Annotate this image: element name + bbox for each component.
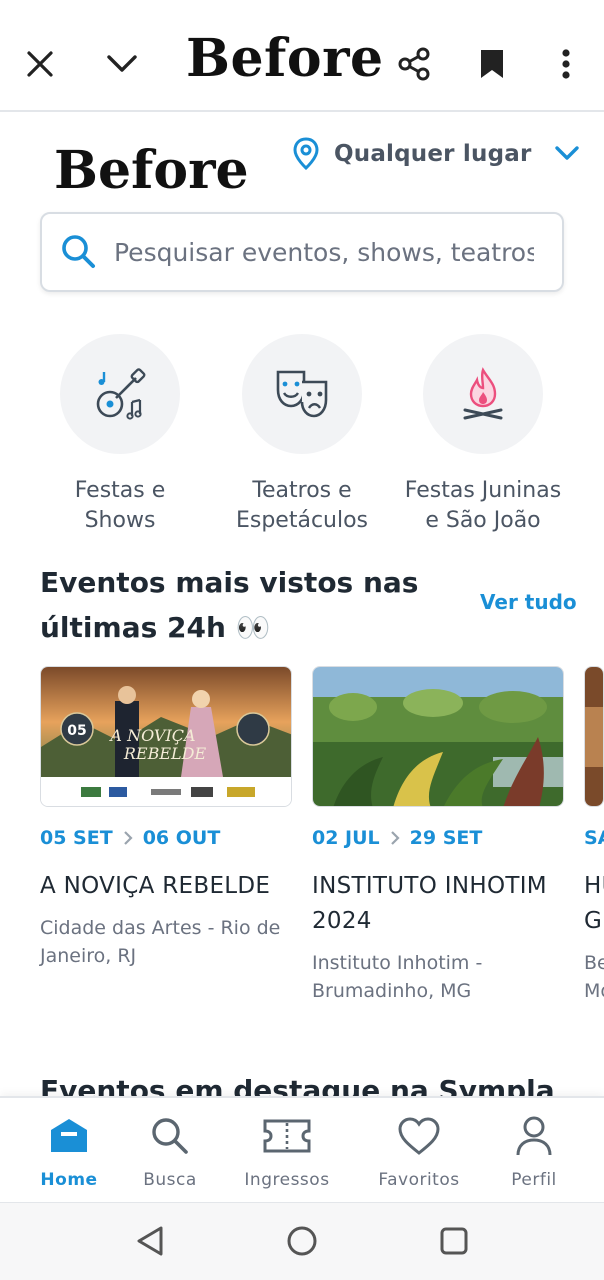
bonfire-icon — [463, 367, 503, 420]
search-icon — [152, 1118, 188, 1154]
user-icon — [516, 1116, 552, 1156]
search-icon — [62, 235, 95, 268]
home-icon — [51, 1119, 87, 1152]
category-icon-circle — [60, 334, 180, 454]
share-button[interactable] — [388, 38, 440, 90]
event-poster: 05 A NOVIÇA REBELDE — [40, 666, 292, 807]
svg-text:REBELDE: REBELDE — [123, 744, 207, 763]
category-festas-juninas[interactable]: Festas Juninas e São João — [393, 334, 573, 536]
nav-home[interactable]: Home — [14, 1114, 124, 1190]
event-photo — [584, 666, 604, 807]
bookmark-icon — [481, 50, 503, 78]
event-dates: 02 JUL 29 SET — [312, 827, 483, 849]
collapse-button[interactable] — [96, 38, 148, 90]
back-triangle-icon — [137, 1226, 163, 1256]
event-card[interactable]: 02 JUL 29 SET INSTITUTO INHOTIM 2024 Ins… — [312, 666, 564, 1005]
event-location: BeMo — [584, 952, 604, 1002]
see-all-link[interactable]: Ver tudo — [480, 590, 577, 614]
ticket-icon — [263, 1119, 311, 1153]
event-card[interactable]: 05 A NOVIÇA REBELDE 05 SET 06 OUT A NOVI… — [40, 666, 292, 970]
search-box[interactable] — [40, 212, 564, 292]
event-title: HUGI — [584, 873, 604, 934]
close-icon — [27, 51, 53, 77]
heart-icon — [398, 1117, 440, 1155]
chevron-down-icon — [107, 55, 137, 72]
svg-text:A NOVIÇA: A NOVIÇA — [108, 726, 195, 745]
close-button[interactable] — [14, 38, 66, 90]
share-icon — [398, 47, 430, 81]
location-selector[interactable]: Qualquer lugar — [292, 132, 580, 176]
chevron-right-icon — [390, 831, 400, 845]
category-label: Festas Juninas e São João — [404, 478, 562, 533]
chevron-right-icon — [123, 831, 133, 845]
home-circle-icon — [287, 1226, 317, 1256]
nav-favorites[interactable]: Favoritos — [364, 1114, 474, 1190]
bottom-navigation: Home Busca Ingressos Favoritos Perfil — [0, 1096, 604, 1202]
top-app-bar: Before — [0, 0, 604, 112]
guitar-music-icon — [96, 368, 146, 420]
chevron-down-icon — [554, 146, 579, 160]
event-dates: SA — [584, 827, 604, 849]
system-home-button[interactable] — [282, 1221, 322, 1261]
event-title: INSTITUTO INHOTIM 2024 — [312, 873, 547, 934]
category-teatros-espetaculos[interactable]: Teatros e Espetáculos — [212, 334, 392, 536]
page-heading: Before — [54, 140, 249, 201]
category-icon-circle — [242, 334, 362, 454]
theater-masks-icon — [276, 370, 328, 418]
event-location: Cidade das Artes - Rio de Janeiro, RJ — [40, 917, 281, 967]
category-festas-shows[interactable]: Festas e Shows — [30, 334, 210, 536]
section-title: Eventos mais vistos nas últimas 24h 👀 — [40, 566, 419, 644]
more-options-button[interactable] — [540, 38, 592, 90]
location-label: Qualquer lugar — [334, 141, 532, 167]
category-label: Teatros e Espetáculos — [235, 478, 369, 533]
nav-profile[interactable]: Perfil — [479, 1114, 589, 1190]
category-icon-circle — [423, 334, 543, 454]
more-vertical-icon — [562, 49, 570, 79]
bookmark-button[interactable] — [466, 38, 518, 90]
nav-search[interactable]: Busca — [115, 1114, 225, 1190]
page-title: Before — [186, 28, 384, 89]
svg-text:05: 05 — [67, 723, 86, 739]
system-recents-button[interactable] — [434, 1221, 474, 1261]
event-title: A NOVIÇA REBELDE — [40, 873, 271, 899]
event-dates: 05 SET 06 OUT — [40, 827, 221, 849]
nav-tickets[interactable]: Ingressos — [232, 1114, 342, 1190]
recents-square-icon — [440, 1227, 468, 1255]
system-navigation-bar — [0, 1202, 604, 1280]
search-input[interactable] — [114, 237, 534, 267]
event-location: Instituto Inhotim - Brumadinho, MG — [312, 952, 483, 1002]
event-card[interactable]: SA HUGI BeMo — [584, 666, 604, 1005]
category-label: Festas e Shows — [74, 478, 166, 533]
system-back-button[interactable] — [130, 1221, 170, 1261]
location-pin-icon — [293, 137, 319, 171]
event-photo — [312, 666, 564, 807]
